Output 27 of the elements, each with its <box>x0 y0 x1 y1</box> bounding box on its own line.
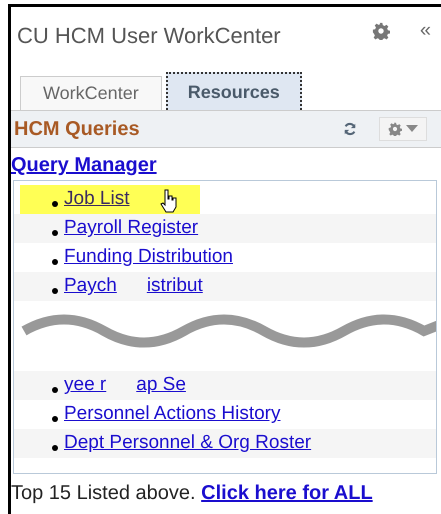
bullet-icon <box>52 386 58 392</box>
tab[interactable]: WorkCenter <box>20 76 162 110</box>
refresh-icon[interactable] <box>343 122 357 136</box>
tab[interactable]: Resources <box>166 72 302 110</box>
query-link[interactable]: Funding Distribution <box>64 243 233 272</box>
show-all-link[interactable]: Click here for ALL <box>201 482 373 504</box>
query-manager-link[interactable]: Query Manager <box>11 150 441 180</box>
bullet-icon <box>52 288 58 294</box>
partial-query-link[interactable]: ap Se <box>136 371 186 400</box>
section-title: HCM Queries <box>14 117 141 142</box>
footer-text: Top 15 Listed above. <box>11 482 196 504</box>
bullet-icon <box>52 444 58 450</box>
bullet-icon <box>52 258 58 264</box>
bullet-icon <box>52 416 58 422</box>
collapse-icon[interactable]: « <box>420 15 431 45</box>
bullet-icon <box>52 230 58 236</box>
query-link[interactable]: Personnel Actions History <box>64 400 280 429</box>
settings-dropdown[interactable] <box>379 117 427 141</box>
partial-query-link[interactable]: istribut <box>146 272 203 301</box>
bullet-icon <box>52 200 58 206</box>
partial-query-link[interactable]: yee r <box>64 371 106 400</box>
partial-query-link[interactable]: Paych <box>64 272 117 301</box>
query-link[interactable]: Job List <box>64 185 130 214</box>
window-title: CU HCM User WorkCenter <box>17 22 282 50</box>
settings-icon <box>388 122 402 136</box>
caret-icon <box>406 125 418 133</box>
settings-icon[interactable] <box>372 22 390 40</box>
